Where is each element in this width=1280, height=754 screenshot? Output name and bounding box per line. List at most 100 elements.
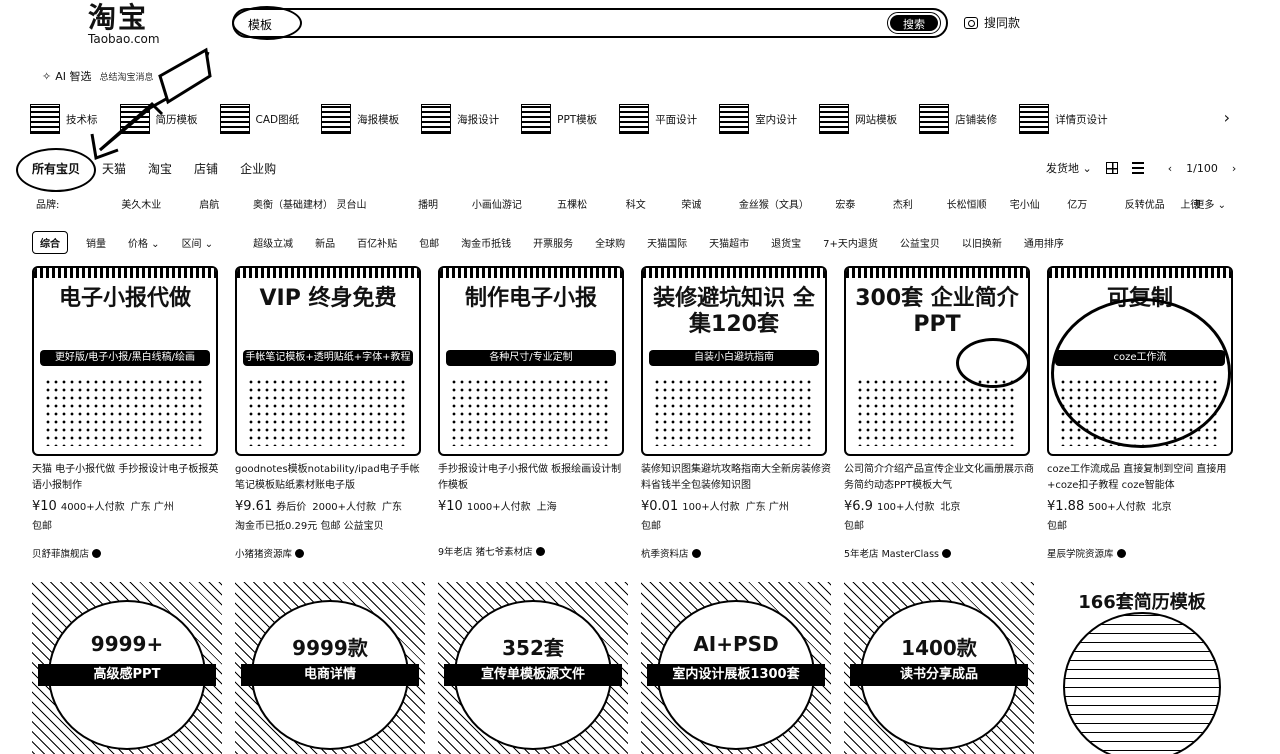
product-image[interactable]: 166套简历模板 xyxy=(1047,582,1237,754)
filter-option[interactable]: 7+天内退货 xyxy=(823,235,878,250)
category-item[interactable]: 店铺装修 xyxy=(919,104,997,134)
category-item[interactable]: 详情页设计 xyxy=(1019,104,1108,134)
product-card[interactable]: 1400款 读书分享成品 xyxy=(844,582,1034,754)
category-item[interactable]: 海报模板 xyxy=(321,104,399,134)
product-image[interactable]: 1400款 读书分享成品 xyxy=(844,582,1034,754)
tab-shops[interactable]: 店铺 xyxy=(194,160,218,177)
filter-option[interactable]: 天猫超市 xyxy=(709,235,749,250)
product-card[interactable]: VIP 终身免费 手帐笔记模板+透明贴纸+字体+教程 goodnotes模板nota… xyxy=(235,266,425,560)
list-view-icon[interactable] xyxy=(1131,162,1144,174)
sort-default-button[interactable]: 综合 xyxy=(32,231,68,254)
product-image[interactable]: 9999款 电商详情 xyxy=(235,582,425,754)
product-title[interactable]: 手抄报设计电子小报代做 板报绘画设计制作模板 xyxy=(438,462,628,494)
brand-option[interactable]: 启航 xyxy=(199,196,253,211)
brand-option[interactable]: 美久木业 xyxy=(121,196,199,211)
brand-option[interactable]: 荣诚 xyxy=(681,196,739,211)
product-card[interactable]: 装修避坑知识 全集120套 自装小白避坑指南装修知识图集避坑攻略指南大全新房装修资… xyxy=(641,266,831,560)
product-image[interactable]: 300套 企业简介PPT xyxy=(844,266,1030,456)
category-item[interactable]: PPT模板 xyxy=(521,104,597,134)
category-item[interactable]: 技术标 xyxy=(30,104,98,134)
brand-option[interactable]: 奥衡（基础建材） xyxy=(253,196,336,211)
brand-option[interactable]: 小画仙游记 xyxy=(472,196,557,211)
sort-sales-button[interactable]: 销量 xyxy=(86,235,106,250)
taobao-logo[interactable]: 淘宝 Taobao.com xyxy=(88,2,178,47)
product-image[interactable]: 352套 宣传单模板源文件 xyxy=(438,582,628,754)
brand-option[interactable]: 金丝猴（文具） xyxy=(739,196,835,211)
shop-link[interactable]: 贝舒菲旗舰店 xyxy=(32,546,222,560)
product-card[interactable]: 300套 企业简介PPT 公司简介介绍产品宣传企业文化画册展示商务简约动态PPT模… xyxy=(844,266,1034,560)
filter-option[interactable]: 公益宝贝 xyxy=(900,235,940,250)
category-item[interactable]: 简历模板 xyxy=(119,104,198,134)
brand-option[interactable]: 宅小仙 xyxy=(1010,196,1068,211)
tab-all-items[interactable]: 所有宝贝 xyxy=(32,160,80,177)
product-card[interactable]: 电子小报代做 更好版/电子小报/黑白线稿/绘画天猫 电子小报代做 手抄报设计电子板… xyxy=(32,266,222,560)
filter-option[interactable]: 超级立减 xyxy=(253,235,293,250)
product-title[interactable]: coze工作流成品 直接复制到空间 直接用+coze扣子教程 coze智能体 xyxy=(1047,462,1237,494)
shop-link[interactable]: 5年老店 MasterClass xyxy=(844,546,1034,560)
product-card[interactable]: AI+PSD 室内设计展板1300套 xyxy=(641,582,831,754)
filter-option[interactable]: 包邮 xyxy=(419,235,439,250)
brand-option[interactable]: 亿万 xyxy=(1067,196,1125,211)
photo-search-button[interactable]: 搜同款 xyxy=(964,14,1020,31)
next-page-icon[interactable]: › xyxy=(1232,162,1236,175)
product-card[interactable]: 166套简历模板 xyxy=(1047,582,1237,754)
product-image[interactable]: AI+PSD 室内设计展板1300套 xyxy=(641,582,831,754)
brand-more-button[interactable]: 更多 ⌄ xyxy=(1194,196,1226,211)
search-input[interactable] xyxy=(248,14,848,34)
tab-tmall[interactable]: 天猫 xyxy=(102,160,126,177)
brand-option[interactable]: 播明 xyxy=(418,196,472,211)
tab-enterprise[interactable]: 企业购 xyxy=(240,160,276,177)
product-title[interactable]: goodnotes模板notability/ipad电子手帐笔记模板贴纸素材账电… xyxy=(235,462,425,494)
filter-option[interactable]: 百亿补贴 xyxy=(357,235,397,250)
category-item[interactable]: 室内设计 xyxy=(719,104,797,134)
product-image[interactable]: 电子小报代做 更好版/电子小报/黑白线稿/绘画 xyxy=(32,266,218,456)
filter-option[interactable]: 新品 xyxy=(315,235,335,250)
shop-link[interactable]: 小猪猪资源库 xyxy=(235,546,425,560)
brand-option[interactable]: 长松恒顺 xyxy=(947,196,1010,211)
shop-link[interactable]: 杭季资料店 xyxy=(641,546,831,560)
product-image[interactable]: 9999+ 高级感PPT xyxy=(32,582,222,754)
product-title[interactable]: 公司简介介绍产品宣传企业文化画册展示商务简约动态PPT模板大气 xyxy=(844,462,1034,494)
sort-price-button[interactable]: 价格 ⌄ xyxy=(128,235,160,250)
shop-link[interactable]: 星辰学院资源库 xyxy=(1047,546,1237,560)
filter-option[interactable]: 以旧换新 xyxy=(962,235,1002,250)
ai-select[interactable]: ✧ AI 智选 总结淘宝消息 xyxy=(42,68,154,84)
product-title[interactable]: 装修知识图集避坑攻略指南大全新房装修资料省钱半全包装修知识图 xyxy=(641,462,831,494)
price-range-button[interactable]: 区间 ⌄ xyxy=(182,235,214,250)
shop-link[interactable]: 9年老店 猪七爷素材店 xyxy=(438,544,628,558)
brand-option[interactable]: 反转优品 xyxy=(1125,196,1181,211)
product-card[interactable]: 352套 宣传单模板源文件 xyxy=(438,582,628,754)
tab-taobao[interactable]: 淘宝 xyxy=(148,160,172,177)
ship-from-filter[interactable]: 发货地 ⌄ xyxy=(1046,160,1092,176)
filter-option[interactable]: 开票服务 xyxy=(533,235,573,250)
search-button[interactable]: 搜索 xyxy=(887,12,941,34)
category-item[interactable]: 海报设计 xyxy=(421,104,499,134)
brand-option[interactable]: 杰利 xyxy=(893,196,947,211)
image-subline: 电商详情 xyxy=(241,664,419,686)
product-image[interactable]: 制作电子小报 各种尺寸/专业定制 xyxy=(438,266,624,456)
filter-option[interactable]: 淘金币抵钱 xyxy=(461,235,511,250)
product-card[interactable]: 可复制 coze工作流 coze工作流成品 直接复制到空间 直接用+coze扣子教程… xyxy=(1047,266,1237,560)
product-card[interactable]: 9999+ 高级感PPT xyxy=(32,582,222,754)
image-illustration xyxy=(247,378,409,446)
category-item[interactable]: CAD图纸 xyxy=(219,104,299,134)
product-image[interactable]: VIP 终身免费 手帐笔记模板+透明贴纸+字体+教程 xyxy=(235,266,421,456)
filter-option[interactable]: 通用排序 xyxy=(1024,235,1064,250)
filter-option[interactable]: 退货宝 xyxy=(771,235,801,250)
filter-option[interactable]: 天猫国际 xyxy=(647,235,687,250)
product-card[interactable]: 9999款 电商详情 xyxy=(235,582,425,754)
product-card[interactable]: 制作电子小报 各种尺寸/专业定制 手抄报设计电子小报代做 板报绘画设计制作模板 ¥10… xyxy=(438,266,628,558)
brand-option[interactable]: 宏泰 xyxy=(835,196,893,211)
prev-page-icon[interactable]: ‹ xyxy=(1168,162,1172,175)
category-item[interactable]: 平面设计 xyxy=(619,104,697,134)
brand-option[interactable]: 科文 xyxy=(626,196,682,211)
category-next-icon[interactable]: › xyxy=(1224,108,1230,127)
product-image[interactable]: 装修避坑知识 全集120套 自装小白避坑指南 xyxy=(641,266,827,456)
brand-option[interactable]: 灵台山 xyxy=(336,196,418,211)
filter-option[interactable]: 全球购 xyxy=(595,235,625,250)
product-image[interactable]: 可复制 coze工作流 xyxy=(1047,266,1233,456)
brand-option[interactable]: 五棵松 xyxy=(557,196,626,211)
product-title[interactable]: 天猫 电子小报代做 手抄报设计电子板报英语小报制作 xyxy=(32,462,222,494)
category-item[interactable]: 网站模板 xyxy=(819,104,897,134)
grid-view-icon[interactable] xyxy=(1105,162,1118,174)
